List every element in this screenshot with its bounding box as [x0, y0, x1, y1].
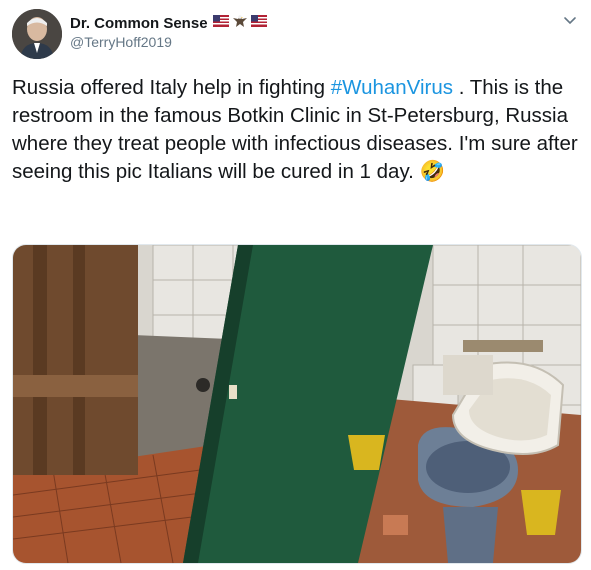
handle[interactable]: @TerryHoff2019	[70, 34, 172, 50]
tweet-text: Russia offered Italy help in fighting #W…	[12, 74, 582, 186]
eagle-icon	[232, 14, 248, 33]
tweet-photo[interactable]	[12, 244, 582, 564]
chevron-down-icon[interactable]	[562, 12, 578, 28]
display-name[interactable]: Dr. Common Sense	[70, 15, 208, 32]
us-flag-icon	[212, 14, 229, 32]
name-badges	[212, 14, 267, 33]
tweet-text-part: Russia offered Italy help in fighting	[12, 76, 331, 99]
avatar[interactable]	[12, 9, 62, 59]
hashtag-link[interactable]: #WuhanVirus	[331, 76, 453, 99]
name-row: Dr. Common Sense	[70, 13, 267, 33]
tweet: Dr. Common Sense @TerryHoff2019 Russia o…	[0, 0, 591, 570]
us-flag-icon	[250, 14, 267, 32]
rofl-emoji-icon: 🤣	[419, 160, 446, 183]
